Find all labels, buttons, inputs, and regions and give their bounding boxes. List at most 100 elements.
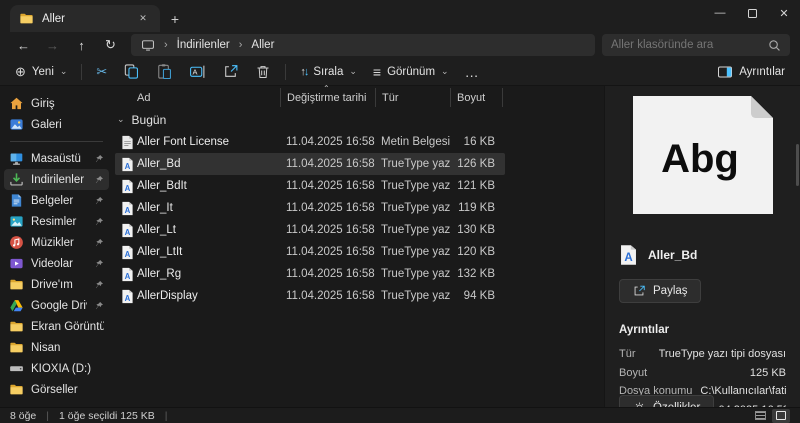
file-list: Ad Değiştirme tarihi ⌃ Tür Boyut ⌄ Bugün … xyxy=(113,84,604,407)
sidebar-item-documents[interactable]: Belgeler xyxy=(4,190,109,211)
sidebar-item-videos[interactable]: Videolar xyxy=(4,253,109,274)
disk-drive-icon xyxy=(9,361,24,376)
close-button[interactable]: ✕ xyxy=(768,0,800,26)
properties-icon xyxy=(633,401,646,407)
table-row[interactable]: A AllerDisplay 11.04.2025 16:58 TrueType… xyxy=(115,285,505,307)
videos-icon xyxy=(9,256,24,271)
sidebar-item-nisan[interactable]: Nisan xyxy=(4,337,109,358)
chevron-right-icon: › xyxy=(164,39,168,51)
toolbar-divider xyxy=(81,63,83,80)
home-icon xyxy=(9,96,24,111)
table-row[interactable]: A Aller_Lt 11.04.2025 16:58 TrueType yaz… xyxy=(115,219,505,241)
status-bar: 8 öğe | 1 öğe seçildi 125 KB | xyxy=(0,407,800,423)
sidebar-item-music[interactable]: Müzikler xyxy=(4,232,109,253)
svg-text:A: A xyxy=(193,67,198,76)
breadcrumb-segment[interactable]: İndirilenler xyxy=(177,39,230,51)
forward-button[interactable]: → xyxy=(39,34,66,56)
table-row-selected[interactable]: A Aller_Bd 11.04.2025 16:58 TrueType yaz… xyxy=(115,153,505,175)
share-button[interactable] xyxy=(215,59,246,84)
downloads-icon xyxy=(9,172,24,187)
back-button[interactable]: ← xyxy=(10,34,37,56)
up-button[interactable]: ↑ xyxy=(68,34,95,56)
view-button-label: Görünüm xyxy=(387,65,436,78)
table-row[interactable]: A Aller_BdIt 11.04.2025 16:58 TrueType y… xyxy=(115,175,505,197)
gallery-icon xyxy=(9,117,24,132)
detail-row-type: Tür TrueType yazı tipi dosyası xyxy=(619,348,786,360)
column-header-date[interactable]: Değiştirme tarihi ⌃ xyxy=(280,84,375,107)
pin-icon xyxy=(94,175,104,185)
large-icons-view-toggle[interactable] xyxy=(772,408,790,423)
sidebar-divider xyxy=(10,141,103,142)
column-header-type[interactable]: Tür xyxy=(375,88,450,107)
maximize-button[interactable] xyxy=(736,0,768,26)
sidebar-item-screenshots[interactable]: Ekran Görüntüle xyxy=(4,316,109,337)
sidebar-item-gallery[interactable]: Galeri xyxy=(4,114,109,135)
cut-button[interactable]: ✂ xyxy=(89,60,114,84)
copy-icon xyxy=(123,63,140,80)
chevron-down-icon: ⌄ xyxy=(441,66,449,76)
more-options-button[interactable]: … xyxy=(458,60,487,84)
properties-button[interactable]: Özellikler xyxy=(619,395,715,407)
share-file-button[interactable]: Paylaş xyxy=(619,279,701,303)
sidebar-item-downloads[interactable]: İndirilenler xyxy=(4,169,109,190)
svg-text:A: A xyxy=(125,183,131,192)
view-icon: ≡ xyxy=(372,63,382,80)
item-count: 8 öğe xyxy=(10,409,37,422)
copy-button[interactable] xyxy=(116,59,147,84)
table-row[interactable]: A Aller_Rg 11.04.2025 16:58 TrueType yaz… xyxy=(115,263,505,285)
documents-icon xyxy=(9,193,24,208)
sidebar-item-desktop[interactable]: Masaüstü xyxy=(4,148,109,169)
sidebar-item-google-drive[interactable]: Google Drive xyxy=(4,295,109,316)
sidebar-item-images[interactable]: Görseller xyxy=(4,379,109,400)
sort-button[interactable]: ↑↓ Sırala ⌄ xyxy=(293,62,364,82)
table-row[interactable]: A Aller_LtIt 11.04.2025 16:58 TrueType y… xyxy=(115,241,505,263)
table-row[interactable]: Aller Font License 11.04.2025 16:58 Meti… xyxy=(115,131,505,153)
svg-text:A: A xyxy=(125,205,131,214)
details-pane-scrollbar[interactable] xyxy=(796,144,799,186)
font-file-icon: A xyxy=(121,223,137,238)
pin-icon xyxy=(94,217,104,227)
tab-aller[interactable]: Aller ✕ xyxy=(10,5,160,32)
refresh-button[interactable]: ↻ xyxy=(97,34,124,56)
view-toggles xyxy=(751,408,790,423)
chevron-down-icon: ⌄ xyxy=(59,66,68,76)
pin-icon xyxy=(94,259,104,269)
window-controls: — ✕ xyxy=(704,0,800,26)
font-file-icon: A xyxy=(121,201,137,216)
new-button[interactable]: ⊕ Yeni ⌄ xyxy=(8,60,74,84)
breadcrumb[interactable]: › İndirilenler › Aller xyxy=(131,34,595,56)
table-row[interactable]: A Aller_It 11.04.2025 16:58 TrueType yaz… xyxy=(115,197,505,219)
details-pane-toggle[interactable]: Ayrıntılar xyxy=(710,60,792,84)
tab-close-icon[interactable]: ✕ xyxy=(135,11,151,27)
rename-button[interactable]: A xyxy=(182,59,213,84)
pin-icon xyxy=(94,196,104,206)
google-drive-icon xyxy=(9,298,24,313)
pin-icon xyxy=(94,154,104,164)
search-icon xyxy=(768,39,781,52)
search-box[interactable] xyxy=(602,34,790,56)
breadcrumb-segment[interactable]: Aller xyxy=(251,39,274,51)
view-button[interactable]: ≡ Görünüm ⌄ xyxy=(366,61,456,83)
list-view-icon xyxy=(754,411,766,420)
text-file-icon xyxy=(121,135,137,150)
sidebar-item-pictures[interactable]: Resimler xyxy=(4,211,109,232)
new-button-label: Yeni xyxy=(31,65,54,78)
column-header-name[interactable]: Ad xyxy=(115,88,280,107)
preview-sample-text: Abg xyxy=(661,137,739,181)
detail-row-size: Boyut 125 KB xyxy=(619,366,786,379)
new-tab-button[interactable]: + xyxy=(160,5,190,32)
font-file-icon: A xyxy=(121,157,137,172)
sidebar-item-home[interactable]: Giriş xyxy=(4,93,109,114)
delete-button[interactable] xyxy=(248,60,278,84)
folder-icon xyxy=(9,340,24,355)
details-view-toggle[interactable] xyxy=(751,409,769,423)
sidebar-item-my-drive[interactable]: Drive'ım xyxy=(4,274,109,295)
search-input[interactable] xyxy=(611,39,768,51)
paste-button[interactable] xyxy=(149,59,180,84)
status-divider: | xyxy=(164,409,168,422)
sidebar-item-kioxia-drive[interactable]: KIOXIA (D:) xyxy=(4,358,109,379)
share-button-label: Paylaş xyxy=(653,285,688,297)
column-header-size[interactable]: Boyut xyxy=(450,88,503,107)
minimize-button[interactable]: — xyxy=(704,0,736,26)
group-header-today[interactable]: ⌄ Bugün xyxy=(117,109,604,130)
